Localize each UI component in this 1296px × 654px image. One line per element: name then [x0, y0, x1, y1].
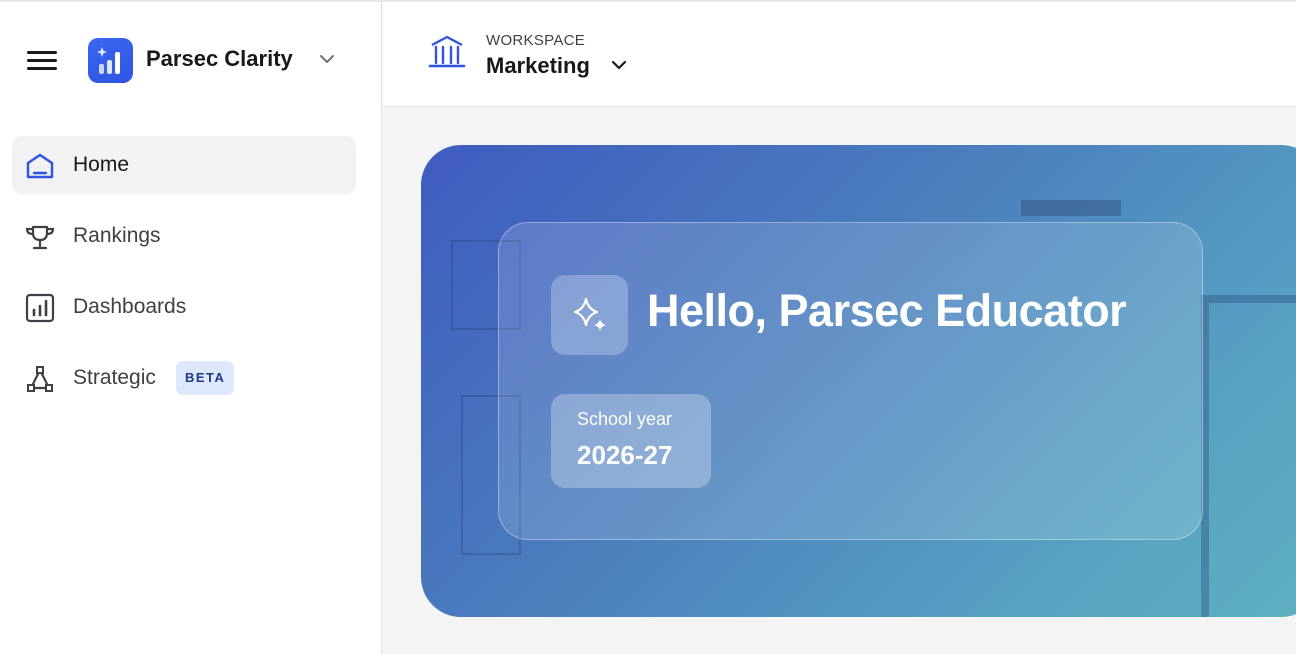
- sidebar-item-rankings[interactable]: Rankings: [12, 207, 356, 265]
- building-icon: [427, 33, 467, 69]
- background-photo-detail: [1201, 295, 1296, 617]
- sidebar: Parsec Clarity Home Rankings Dashboards: [0, 2, 382, 654]
- strategy-icon: [24, 363, 56, 395]
- workspace-caption: WORKSPACE: [486, 32, 586, 49]
- sidebar-item-label: Rankings: [73, 224, 161, 247]
- workspace-header: WORKSPACE Marketing: [383, 2, 1296, 107]
- sidebar-item-label: Strategic: [73, 366, 156, 389]
- trophy-icon: [24, 221, 56, 253]
- sparkles-icon: [551, 275, 628, 355]
- dashboard-icon: [24, 292, 56, 324]
- home-icon: [24, 150, 56, 182]
- app-name[interactable]: Parsec Clarity: [146, 46, 293, 72]
- sidebar-nav: Home Rankings Dashboards Strategic BETA: [12, 136, 356, 420]
- beta-badge: BETA: [176, 361, 235, 395]
- app-logo-icon: [88, 38, 133, 83]
- school-year-value: 2026-27: [577, 440, 673, 470]
- greeting-title: Hello, Parsec Educator: [647, 285, 1127, 336]
- chevron-down-icon[interactable]: [610, 58, 628, 72]
- menu-icon[interactable]: [27, 49, 59, 71]
- school-year-card: School year 2026-27: [551, 394, 711, 488]
- sidebar-header: Parsec Clarity: [0, 2, 382, 106]
- sidebar-item-strategic[interactable]: Strategic BETA: [12, 349, 356, 407]
- hero-banner: Hello, Parsec Educator School year 2026-…: [421, 145, 1296, 617]
- sidebar-item-label: Dashboards: [73, 295, 187, 318]
- background-photo-detail: [1021, 200, 1121, 216]
- sidebar-item-dashboards[interactable]: Dashboards: [12, 278, 356, 336]
- school-year-caption: School year: [577, 409, 673, 429]
- workspace-selector[interactable]: Marketing: [486, 53, 590, 79]
- sidebar-item-home[interactable]: Home: [12, 136, 356, 194]
- chevron-down-icon[interactable]: [318, 52, 336, 66]
- greeting-card: Hello, Parsec Educator School year 2026-…: [498, 222, 1203, 540]
- sidebar-item-label: Home: [73, 153, 130, 176]
